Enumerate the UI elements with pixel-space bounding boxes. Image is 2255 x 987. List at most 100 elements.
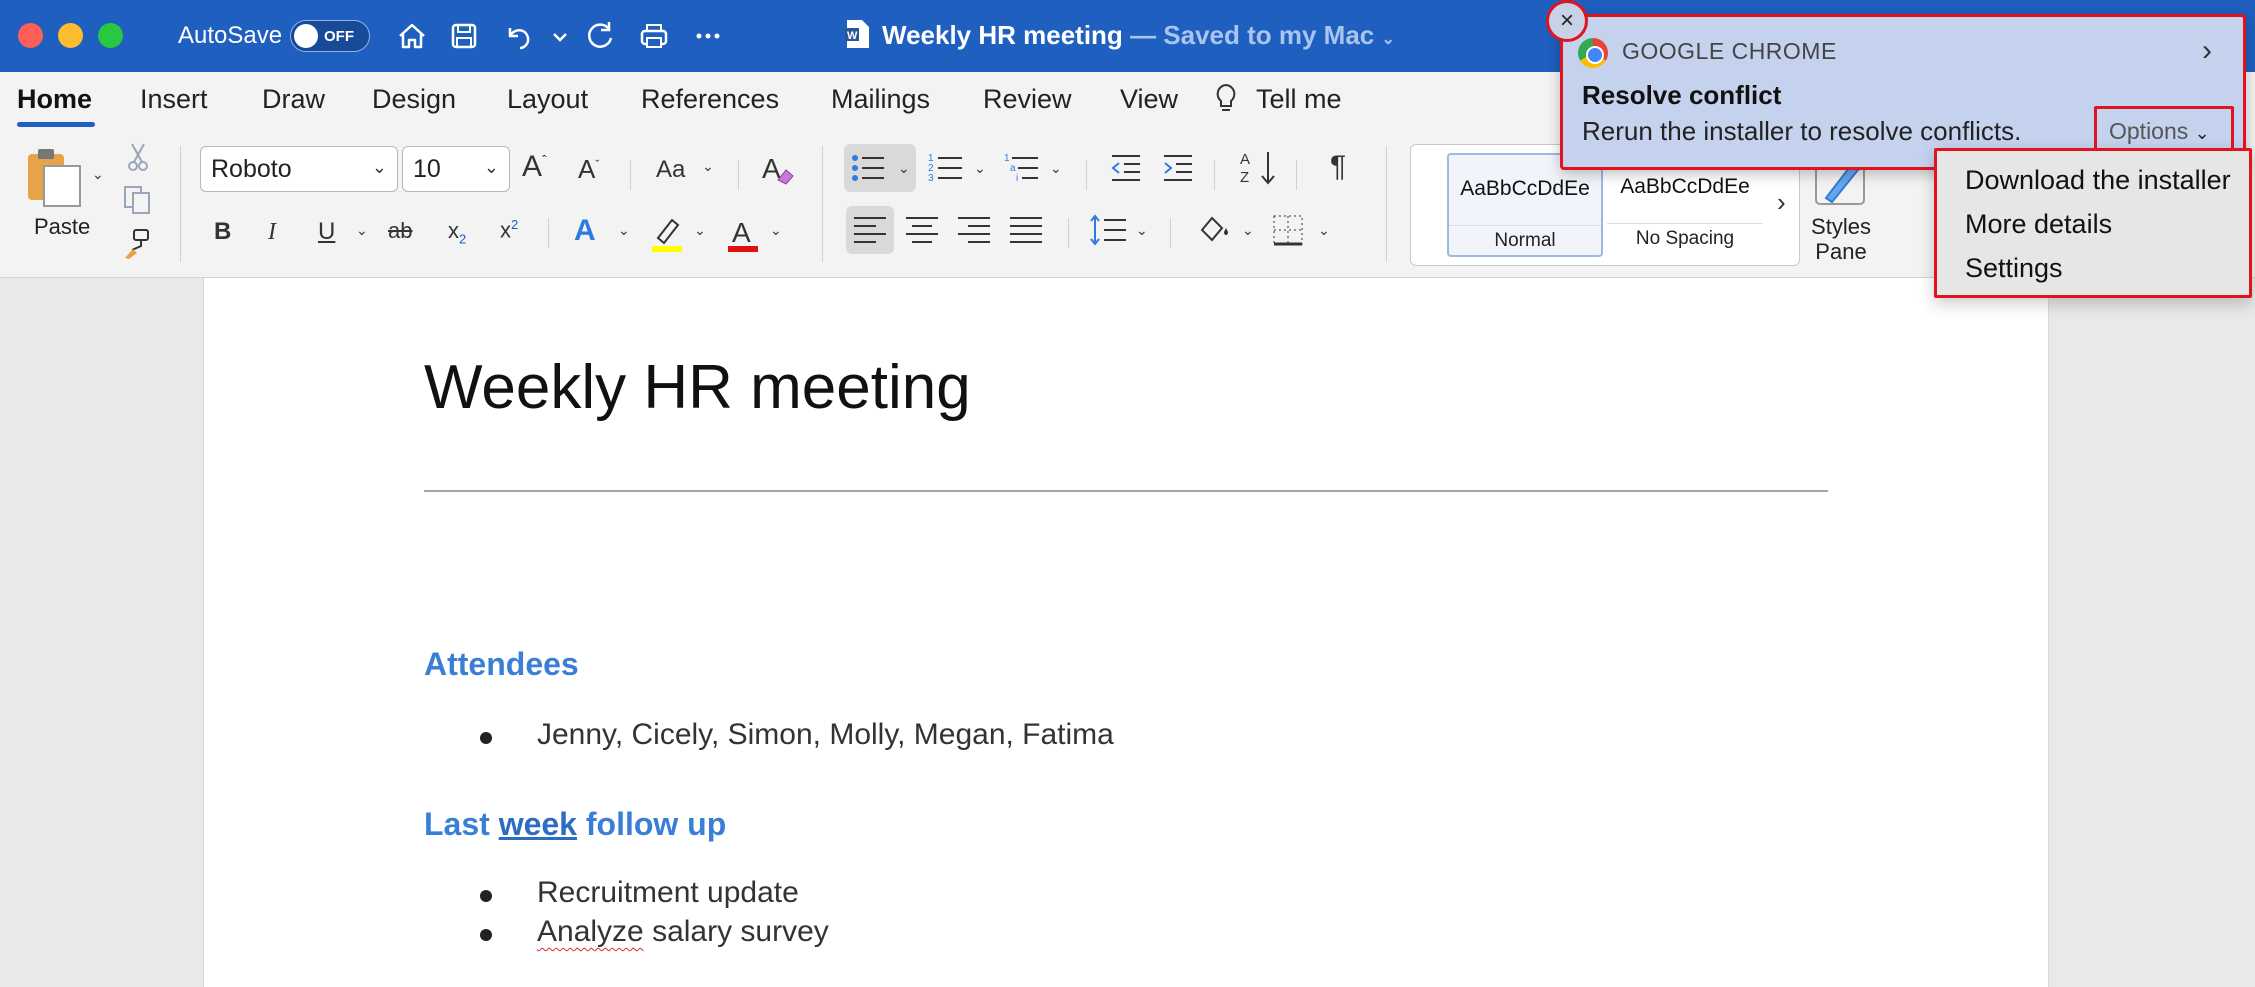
multilevel-list-icon[interactable]: 1ai (1004, 150, 1040, 186)
menu-item-more-details[interactable]: More details (1965, 209, 2112, 240)
divider (180, 146, 181, 262)
minimize-window-button[interactable] (58, 23, 83, 48)
followup-heading-link[interactable]: week (499, 806, 577, 842)
chevron-down-icon[interactable]: ⌄ (1382, 31, 1395, 48)
justify-icon[interactable] (1008, 214, 1044, 246)
tab-layout[interactable]: Layout (507, 84, 588, 115)
bullets-icon[interactable] (850, 150, 886, 186)
document-title: Weekly HR meeting — Saved to my Mac ⌄ (882, 20, 1395, 51)
options-button[interactable]: Options ⌄ (2094, 106, 2234, 152)
borders-icon[interactable] (1270, 212, 1306, 248)
align-center-icon[interactable] (904, 214, 940, 246)
chevron-right-icon[interactable]: › (1777, 189, 1786, 215)
line-spacing-icon[interactable] (1088, 212, 1128, 248)
undo-dropdown-icon[interactable] (540, 16, 567, 56)
home-icon[interactable] (392, 16, 432, 56)
bold-icon[interactable]: B (214, 220, 231, 244)
chevron-down-icon[interactable]: ⌄ (1136, 222, 1148, 239)
paste-icon[interactable] (24, 146, 88, 208)
increase-indent-icon[interactable] (1160, 150, 1196, 186)
misspelled-word[interactable]: Analyze (537, 915, 644, 948)
chevron-down-icon[interactable]: ⌄ (974, 160, 986, 177)
format-painter-icon[interactable] (122, 228, 152, 260)
more-icon[interactable] (688, 16, 728, 56)
chevron-down-icon[interactable]: ⌄ (702, 158, 714, 175)
maximize-window-button[interactable] (98, 23, 123, 48)
font-color-icon[interactable]: A (726, 214, 760, 254)
sort-icon[interactable]: AZ (1238, 148, 1278, 188)
bullet-icon (480, 732, 492, 744)
followup-item[interactable]: Recruitment update (537, 876, 799, 910)
italic-icon[interactable]: I (268, 220, 276, 244)
menu-item-download-installer[interactable]: Download the installer (1965, 165, 2231, 196)
autosave-label: AutoSave (178, 22, 283, 49)
redo-icon[interactable] (580, 16, 620, 56)
font-name-value: Roboto (211, 155, 292, 183)
font-name-select[interactable]: Roboto ⌄ (200, 146, 398, 192)
followup-heading[interactable]: Last week follow up (424, 806, 726, 843)
tell-me-search[interactable]: Tell me (1256, 84, 1342, 115)
chevron-down-icon[interactable]: ⌄ (694, 222, 706, 239)
options-menu: Download the installer More details Sett… (1934, 148, 2252, 298)
tab-design[interactable]: Design (372, 84, 456, 115)
align-left-icon[interactable] (852, 214, 888, 246)
undo-icon[interactable] (498, 16, 538, 56)
tab-draw[interactable]: Draw (262, 84, 325, 115)
svg-text:i: i (1016, 173, 1018, 184)
chevron-down-icon[interactable]: ⌄ (898, 160, 910, 177)
divider (822, 146, 823, 262)
doc-name: Weekly HR meeting (882, 20, 1123, 50)
lightbulb-icon (1214, 82, 1238, 121)
grow-font-icon[interactable]: Aˆ (522, 152, 547, 182)
numbering-icon[interactable]: 123 (928, 150, 964, 186)
svg-text:W: W (847, 30, 858, 42)
chevron-down-icon[interactable]: ⌄ (1050, 160, 1062, 177)
chevron-down-icon[interactable]: ⌄ (1318, 222, 1330, 239)
chevron-down-icon[interactable]: ⌄ (618, 222, 630, 239)
subscript-icon[interactable]: x2 (448, 219, 466, 245)
tab-review[interactable]: Review (983, 84, 1072, 115)
menu-item-settings[interactable]: Settings (1965, 253, 2063, 284)
underline-icon[interactable]: U (318, 220, 335, 244)
followup-item[interactable]: Analyze salary survey (537, 915, 829, 949)
attendees-heading[interactable]: Attendees (424, 646, 579, 683)
tab-home[interactable]: Home (17, 84, 92, 115)
close-window-button[interactable] (18, 23, 43, 48)
print-icon[interactable] (634, 16, 674, 56)
highlight-icon[interactable] (650, 214, 684, 254)
align-right-icon[interactable] (956, 214, 992, 246)
shrink-font-icon[interactable]: Aˇ (578, 156, 599, 182)
close-icon[interactable]: × (1552, 6, 1582, 36)
paste-dropdown-icon[interactable]: ⌄ (92, 166, 104, 183)
style-sample: AaBbCcDdEe (1620, 175, 1750, 198)
change-case-icon[interactable]: Aa (656, 158, 685, 182)
clear-formatting-icon[interactable]: A (760, 150, 796, 190)
tab-mailings[interactable]: Mailings (831, 84, 930, 115)
cut-icon[interactable] (124, 142, 152, 172)
font-size-value: 10 (413, 155, 441, 183)
divider (1086, 160, 1087, 190)
shading-icon[interactable] (1196, 212, 1230, 248)
save-icon[interactable] (444, 16, 484, 56)
tab-insert[interactable]: Insert (140, 84, 208, 115)
attendees-list-item[interactable]: Jenny, Cicely, Simon, Molly, Megan, Fati… (537, 718, 1114, 752)
chevron-down-icon[interactable]: ⌄ (356, 222, 368, 239)
strikethrough-icon[interactable]: ab (388, 220, 412, 242)
divider (1068, 218, 1069, 248)
font-size-select[interactable]: 10 ⌄ (402, 146, 510, 192)
tab-view[interactable]: View (1120, 84, 1178, 115)
svg-text:A: A (732, 217, 751, 248)
pilcrow-icon[interactable]: ¶ (1330, 152, 1346, 182)
chevron-down-icon[interactable]: ⌄ (770, 222, 782, 239)
divider (738, 160, 739, 190)
copy-icon[interactable] (122, 184, 152, 216)
autosave-state: OFF (324, 28, 354, 45)
superscript-icon[interactable]: x2 (500, 218, 518, 241)
autosave-toggle[interactable]: OFF (290, 20, 370, 52)
decrease-indent-icon[interactable] (1108, 150, 1144, 186)
chevron-down-icon[interactable]: ⌄ (1242, 222, 1254, 239)
chevron-right-icon[interactable]: › (2202, 34, 2212, 68)
text-effects-icon[interactable]: A (574, 216, 596, 246)
document-title-heading[interactable]: Weekly HR meeting (424, 352, 971, 423)
tab-references[interactable]: References (641, 84, 779, 115)
